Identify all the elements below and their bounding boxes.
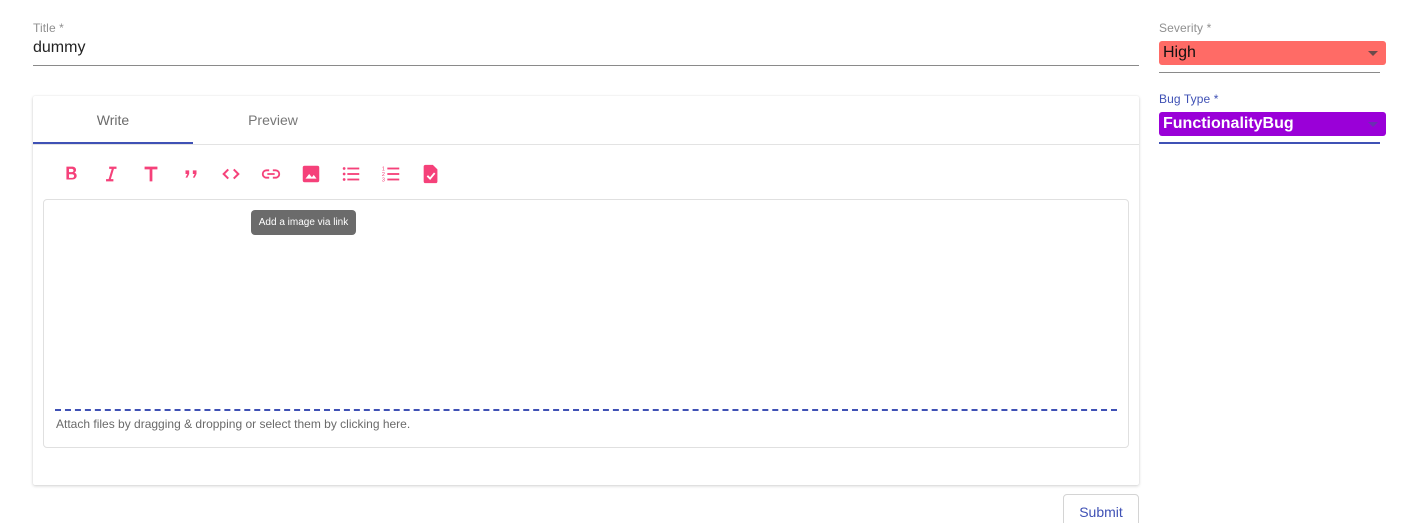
image-icon[interactable] [291,162,331,186]
task-list-icon[interactable] [411,162,451,186]
italic-icon[interactable] [91,162,131,186]
bug-type-value[interactable]: FunctionalityBug [1159,112,1386,136]
heading-icon[interactable] [131,162,171,186]
chevron-down-icon [1368,122,1378,127]
editor-tabs: Write Preview [33,96,1139,145]
severity-selected: High [1163,44,1196,61]
svg-text:3: 3 [382,177,385,183]
severity-select[interactable]: Severity * High [1159,19,1386,73]
tab-preview[interactable]: Preview [193,96,353,144]
link-icon[interactable] [251,162,291,186]
chevron-down-icon [1368,51,1378,56]
active-tab-indicator [33,142,193,144]
title-field[interactable]: Title * [33,19,1139,66]
bold-icon[interactable] [51,162,91,186]
attach-files-link[interactable]: Attach files by dragging & dropping or s… [56,417,410,431]
title-label: Title * [33,21,64,35]
quote-icon[interactable] [171,162,211,186]
submit-button[interactable]: Submit [1063,494,1139,523]
severity-label: Severity * [1159,21,1212,35]
formatting-toolbar: 123 [51,162,451,186]
numbered-list-icon[interactable]: 123 [371,162,411,186]
title-input[interactable] [33,39,1139,57]
markdown-editor: Write Preview 123 Attach files by draggi… [33,96,1139,485]
code-icon[interactable] [211,162,251,186]
severity-value[interactable]: High [1159,41,1386,65]
bulleted-list-icon[interactable] [331,162,371,186]
bug-type-selected: FunctionalityBug [1163,115,1294,132]
attach-divider [55,409,1117,411]
image-link-tooltip: Add a image via link [251,210,356,235]
bug-type-select[interactable]: Bug Type * FunctionalityBug [1159,90,1386,144]
editor-textarea[interactable]: Attach files by dragging & dropping or s… [43,199,1129,448]
bug-type-label: Bug Type * [1159,92,1219,106]
tab-write[interactable]: Write [33,96,193,144]
